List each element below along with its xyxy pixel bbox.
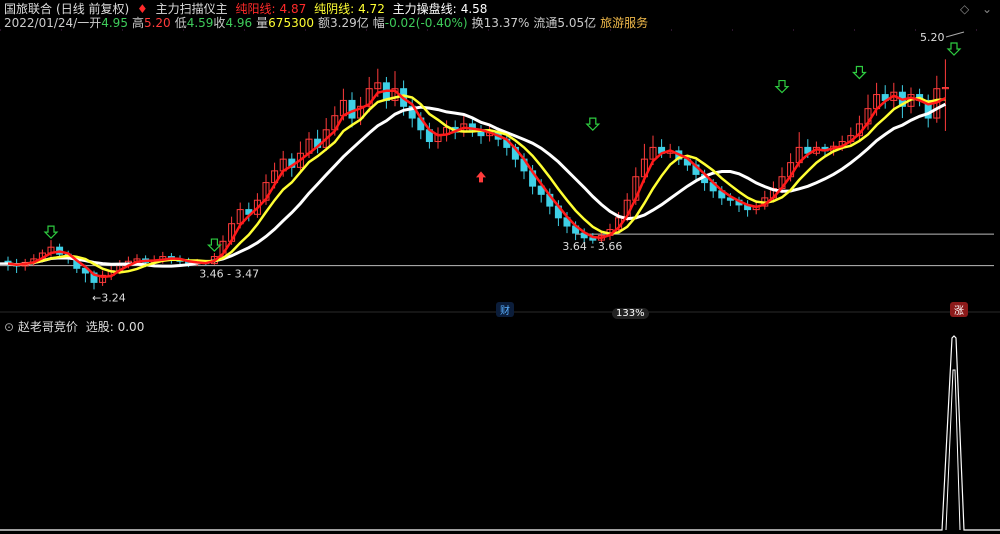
finance-badge[interactable]: 财 [496, 302, 514, 317]
high-price-label: 5.20 [920, 31, 945, 44]
sub-select-value: 0.00 [117, 320, 145, 334]
limit-up-badge[interactable]: 涨 [950, 302, 968, 317]
candle-body-40 [348, 99, 356, 119]
range-label-1: 3.46 - 3.47 [199, 268, 259, 281]
high-pointer [945, 31, 965, 38]
green-signal-arrow-2 [585, 117, 601, 131]
green-signal-arrow-5 [946, 42, 962, 56]
zoom-badge: 133% [612, 308, 649, 319]
range-label-2: 3.64 - 3.66 [562, 240, 622, 253]
sub-indicator-header: ⊙ 赵老哥竞价 选股: 0.00 [4, 318, 144, 335]
green-signal-arrow-3 [774, 79, 790, 94]
green-signal-arrow-1 [206, 238, 222, 252]
kline-chart[interactable]: ←3.24 3.46 - 3.47 3.64 - 3.66 5.20 [0, 0, 1000, 534]
red-signal-arrow [476, 171, 486, 183]
sub-indicator-name[interactable]: 赵老哥竞价 [18, 320, 78, 334]
low-price-label: ←3.24 [92, 291, 126, 304]
sub-toggle-icon[interactable]: ⊙ [4, 320, 14, 334]
pure-yin-line [7, 94, 946, 274]
sub-indicator-line [0, 335, 1000, 531]
green-signal-arrow-4 [851, 65, 867, 80]
green-signal-arrow-0 [43, 225, 59, 239]
sub-select-label: 选股: [85, 320, 114, 334]
